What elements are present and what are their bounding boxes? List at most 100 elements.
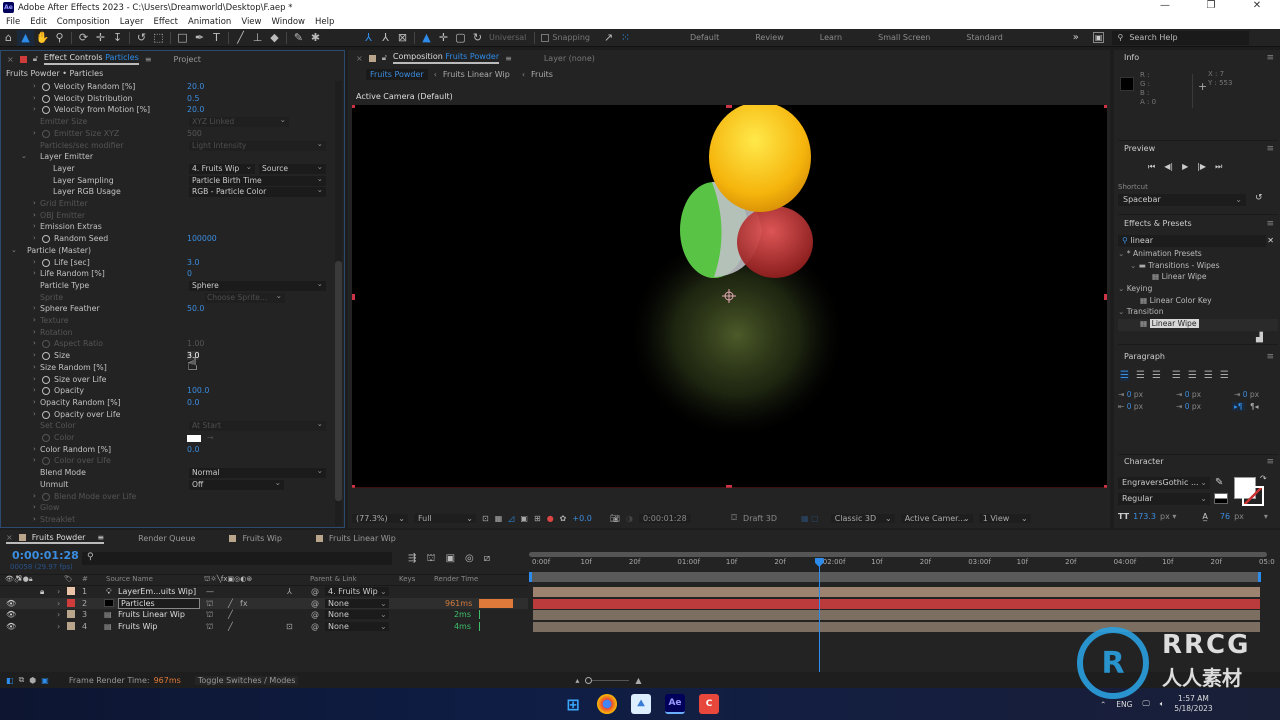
justify-center-icon[interactable]: ☰ — [1188, 370, 1197, 381]
menu-animation[interactable]: Animation — [188, 17, 231, 27]
layer-search-field[interactable]: ⚲ — [82, 552, 392, 565]
layer-name[interactable]: Particles — [118, 597, 200, 609]
font-size-value[interactable]: 173.3 — [1133, 512, 1156, 521]
comp-flowchart-icon[interactable]: ⇶ — [408, 553, 416, 566]
color-management-icon[interactable]: ✿ — [560, 514, 567, 523]
visibility-icon[interactable]: 👁︎ — [6, 610, 16, 619]
current-time-display[interactable]: 0:00:01:28 — [12, 549, 79, 562]
effect-property-row[interactable]: › Sphere Feather 50.0 — [1, 304, 334, 316]
rotate-gizmo-icon[interactable]: ↻ — [469, 30, 486, 46]
chevron-right-icon[interactable]: › — [57, 587, 60, 596]
property-dropdown[interactable]: Particle Birth Time — [189, 174, 326, 186]
snapping-checkbox[interactable] — [541, 33, 550, 42]
shy-switch-icon[interactable]: — — [206, 587, 214, 596]
property-value[interactable]: 500 — [187, 129, 202, 138]
quality-switch-icon[interactable]: ╱ — [228, 610, 233, 619]
effect-property-row[interactable]: › Life [sec] 3.0 — [1, 258, 334, 270]
chevron-right-icon[interactable]: › — [33, 351, 36, 359]
timeline-tab[interactable]: Fruits Linear Wip — [315, 534, 396, 543]
effects-switch-icon[interactable]: fx — [240, 599, 248, 608]
pen-tool-icon[interactable]: ✒ — [191, 30, 208, 46]
effect-property-row[interactable]: Emitter Size XYZ Linked — [1, 115, 334, 129]
flow-item[interactable]: Fruits — [531, 70, 553, 79]
close-button[interactable]: ✕ — [1234, 0, 1280, 11]
fast-previews-icon[interactable]: ⊡ — [482, 514, 489, 523]
property-value[interactable]: 3.0 — [187, 258, 199, 267]
previous-frame-icon[interactable]: ◀| — [1164, 162, 1173, 172]
chevron-down-icon[interactable]: ⌄ — [1118, 249, 1127, 258]
label-color-swatch[interactable] — [67, 621, 75, 630]
tray-overflow-icon[interactable]: ⌃ — [1100, 700, 1106, 709]
property-value[interactable]: 100.0 — [187, 386, 209, 395]
menu-view[interactable]: View — [241, 17, 261, 27]
chevron-right-icon[interactable]: › — [33, 211, 36, 219]
timeline-tab[interactable]: × Fruits Powder ≡ — [6, 533, 105, 544]
chevron-right-icon[interactable]: › — [33, 94, 36, 102]
chevron-right-icon[interactable]: › — [57, 599, 60, 608]
next-frame-icon[interactable]: |▶ — [1197, 162, 1206, 172]
font-family-dropdown[interactable]: EngraversGothic ... ⌄ — [1118, 477, 1210, 489]
effect-property-row[interactable]: Set Color At Start — [1, 419, 334, 433]
chevron-right-icon[interactable]: › — [33, 222, 36, 230]
current-time-field[interactable]: 0:00:01:28 — [638, 513, 691, 523]
chevron-right-icon[interactable]: › — [33, 82, 36, 90]
effect-property-row[interactable]: › Glow — [1, 503, 334, 515]
effects-tree-item[interactable]: ▦ Linear Wipe — [1118, 272, 1278, 284]
workspace-small-screen[interactable]: Small Screen — [878, 33, 930, 42]
effects-tree-item[interactable]: ▦ Linear Color Key — [1118, 296, 1278, 308]
chevron-down-icon[interactable]: ⌄ — [1130, 261, 1139, 270]
snap-edges-icon[interactable]: ↗ — [600, 30, 617, 46]
collapse-switch-icon[interactable]: ⅄ — [287, 587, 292, 596]
draft-3d-icon[interactable]: ⛋ — [731, 513, 737, 523]
indent-left-value[interactable]: 0 — [1127, 390, 1132, 399]
workspace-standard[interactable]: Standard — [966, 33, 1002, 42]
effect-property-row[interactable]: › Blend Mode over Life — [1, 492, 334, 504]
mask-visibility-icon[interactable]: ▣ — [520, 514, 528, 523]
menu-effect[interactable]: Effect — [154, 17, 178, 27]
renderer-dropdown[interactable]: Classic 3D ⌄ — [830, 513, 895, 523]
layer-duration-bar[interactable] — [533, 587, 1260, 597]
effect-property-row[interactable]: ⌄ Layer Emitter — [1, 152, 334, 164]
parent-header[interactable]: Parent & Link — [310, 575, 357, 583]
rotation-tool-icon[interactable]: ↺ — [133, 30, 150, 46]
chevron-right-icon[interactable]: › — [33, 339, 36, 347]
chevron-right-icon[interactable]: › — [33, 515, 36, 523]
quality-switch-icon[interactable]: ╱ — [228, 622, 233, 631]
pan-camera-icon[interactable]: ✛ — [92, 30, 109, 46]
chevron-down-icon[interactable]: ⌄ — [21, 152, 27, 160]
brush-tool-icon[interactable]: ╱ — [232, 30, 249, 46]
panel-toggle-icon[interactable]: ▣ — [1092, 32, 1105, 43]
chevron-down-icon[interactable]: ⌄ — [380, 610, 387, 619]
chevron-right-icon[interactable]: › — [33, 258, 36, 266]
effect-property-row[interactable]: › Color over Life — [1, 456, 334, 468]
pick-whip-icon[interactable]: @ — [311, 622, 319, 631]
show-snapshot-icon[interactable]: ◑ — [626, 514, 633, 523]
timeline-tab[interactable]: Fruits Wip — [229, 534, 282, 543]
stopwatch-icon[interactable] — [42, 387, 50, 396]
lock-icon[interactable]: 🔓︎ — [33, 54, 38, 64]
in-out-panes-icon[interactable]: ⬢ — [29, 676, 36, 685]
effects-tree-item[interactable]: ⌄ Keying — [1118, 284, 1278, 296]
effect-property-row[interactable]: ⌄ Particle (Master) — [1, 246, 334, 258]
tab-layer[interactable]: Layer (none) — [544, 54, 595, 63]
panel-menu-icon[interactable]: ≡ — [1266, 53, 1274, 63]
effect-property-row[interactable]: › OBJ Emitter — [1, 211, 334, 223]
default-colors-icon[interactable] — [1214, 493, 1228, 504]
chevron-right-icon[interactable]: › — [33, 386, 36, 394]
shy-switch-icon[interactable]: ⛫ — [206, 599, 213, 609]
panel-menu-icon[interactable]: ≡ — [1266, 457, 1274, 467]
chevron-right-icon[interactable]: › — [33, 398, 36, 406]
property-value[interactable]: 100000 — [187, 234, 217, 243]
hand-tool-icon[interactable]: ✋ — [34, 30, 51, 46]
guides-icon[interactable]: ⊞ — [534, 514, 541, 523]
panel-menu-icon[interactable]: ≡ — [1266, 219, 1274, 229]
property-dropdown[interactable]: Light Intensity — [189, 139, 326, 151]
view-axis-icon[interactable]: ⊠ — [394, 30, 411, 46]
layer-row[interactable]: 👁︎ › 2 Particles ⛫ ╱ fx @ None ⌄ 961ms — [0, 597, 528, 609]
stopwatch-icon[interactable] — [42, 375, 50, 384]
chevron-down-icon[interactable]: ⌄ — [380, 599, 387, 608]
effects-tree-item[interactable]: ▦ Linear Wipe — [1118, 319, 1278, 331]
chevron-right-icon[interactable]: › — [33, 363, 36, 371]
photos-icon[interactable]: ⛰ — [631, 694, 651, 714]
view-layout-dropdown[interactable]: 1 View ⌄ — [978, 513, 1031, 523]
